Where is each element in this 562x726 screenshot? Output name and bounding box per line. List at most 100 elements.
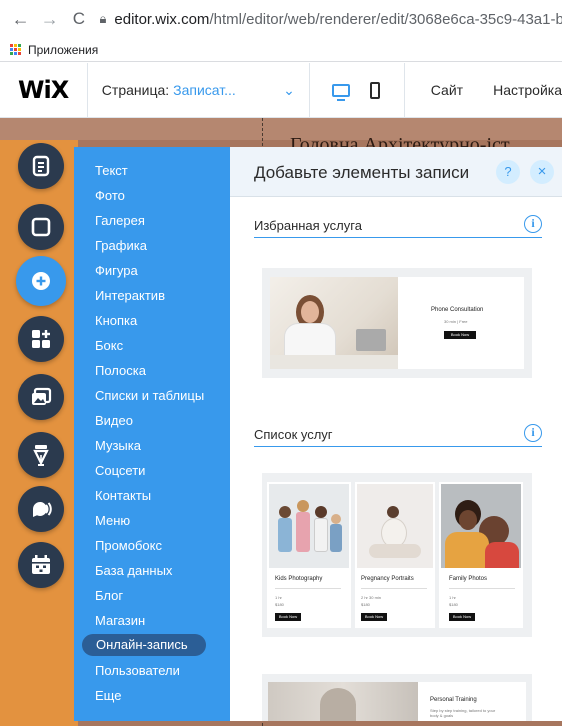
chat-icon — [32, 501, 52, 517]
chat-button[interactable] — [18, 486, 64, 532]
panel-title: Добавьте элементы записи — [254, 163, 470, 182]
divider — [403, 62, 405, 118]
pregnancy-photo — [357, 484, 433, 568]
chevron-down-icon[interactable]: ⌄ — [283, 82, 295, 99]
service-title: Kids Photography — [275, 576, 323, 582]
page-selector[interactable]: Страница: Записат... — [102, 82, 259, 98]
category-gallery[interactable]: Галерея — [95, 213, 145, 228]
service-card: Phone Consultation 30 min | Free Book No… — [270, 277, 524, 369]
category-more[interactable]: Еще — [95, 688, 121, 703]
add-button[interactable] — [16, 256, 66, 306]
apps-grid-icon[interactable] — [10, 43, 22, 56]
category-photo[interactable]: Фото — [95, 188, 125, 203]
service-meta: 1 hr — [275, 595, 282, 600]
section-divider — [254, 237, 542, 238]
url-domain: editor.wix.com — [114, 10, 210, 28]
kids-photo — [269, 484, 349, 568]
service-price: $180 — [361, 602, 370, 607]
pen-icon — [33, 445, 49, 466]
category-bookings[interactable]: Онлайн-запись — [82, 634, 206, 656]
category-social[interactable]: Соцсети — [95, 463, 145, 478]
service-price: $180 — [275, 602, 284, 607]
add-panel-details: Добавьте элементы записи ? × Избранная у… — [230, 147, 562, 721]
category-video[interactable]: Видео — [95, 413, 133, 428]
lock-icon: 🔒︎ — [99, 11, 107, 26]
help-button[interactable]: ? — [496, 160, 520, 184]
divider — [361, 588, 427, 589]
media-button[interactable] — [18, 374, 64, 420]
category-database[interactable]: База данных — [95, 563, 172, 578]
panel-header: Добавьте элементы записи ? × — [230, 147, 562, 197]
category-button[interactable]: Кнопка — [95, 313, 137, 328]
book-now-button: Book Now — [361, 613, 387, 621]
reload-icon[interactable]: C — [68, 8, 89, 30]
service-price: $180 — [449, 602, 458, 607]
service-card: Personal Training Step by step training,… — [268, 682, 526, 721]
url-field[interactable]: 🔒︎ editor.wix.com /html/editor/web/rende… — [99, 11, 562, 28]
category-lightbox[interactable]: Промобокс — [95, 538, 162, 553]
blog-button[interactable] — [18, 432, 64, 478]
settings-menu-link[interactable]: Настройка — [493, 82, 562, 98]
category-text[interactable]: Текст — [95, 163, 128, 178]
media-icon — [32, 387, 52, 405]
service-title: Pregnancy Portraits — [361, 576, 414, 582]
service-title: Phone Consultation — [431, 307, 484, 313]
category-shape[interactable]: Фигура — [95, 263, 138, 278]
category-blog[interactable]: Блог — [95, 588, 123, 603]
menus-pages-icon — [32, 155, 50, 177]
service-meta: 30 min | Free — [444, 319, 468, 324]
bookmark-apps[interactable]: Приложения — [28, 43, 98, 57]
category-box[interactable]: Бокс — [95, 338, 123, 353]
section-divider — [254, 446, 542, 447]
service-widget-partial[interactable]: Personal Training Step by step training,… — [262, 674, 532, 721]
service-list-card: Family Photos 1 hr $180 Book Now — [439, 482, 523, 628]
category-store[interactable]: Магазин — [95, 613, 145, 628]
divider — [308, 62, 310, 118]
desktop-icon[interactable] — [331, 83, 350, 101]
service-title: Family Photos — [449, 576, 488, 582]
menus-pages-button[interactable] — [18, 143, 64, 189]
url-path: /html/editor/web/renderer/edit/3068e6ca-… — [209, 10, 562, 28]
category-music[interactable]: Музыка — [95, 438, 141, 453]
page-name: Записат... — [173, 82, 236, 98]
section-title-service-list: Список услуг — [254, 427, 333, 442]
family-photo — [441, 484, 521, 568]
divider — [86, 62, 88, 118]
back-icon[interactable]: ← — [10, 8, 31, 30]
service-list-card: Pregnancy Portraits 2 hr 30 min $180 Boo… — [355, 482, 435, 628]
background-button[interactable] — [18, 204, 64, 250]
bookings-button[interactable] — [18, 542, 64, 588]
category-graphics[interactable]: Графика — [95, 238, 147, 253]
service-meta: 1 hr — [449, 595, 456, 600]
category-lists-tables[interactable]: Списки и таблицы — [95, 388, 204, 403]
info-icon[interactable]: i — [524, 424, 542, 442]
mobile-icon[interactable] — [369, 81, 380, 99]
category-contacts[interactable]: Контакты — [95, 488, 151, 503]
service-photo — [270, 277, 398, 369]
book-now-button: Book Now — [444, 331, 476, 339]
forward-icon[interactable]: → — [39, 8, 60, 30]
page-label: Страница: — [101, 82, 170, 98]
bookmarks-bar: Приложения — [0, 38, 562, 62]
wix-logo[interactable]: WiX — [18, 76, 87, 104]
featured-service-widget[interactable]: Phone Consultation 30 min | Free Book No… — [262, 268, 532, 378]
category-strip[interactable]: Полоска — [95, 363, 146, 378]
add-apps-button[interactable] — [18, 316, 64, 362]
category-members[interactable]: Пользователи — [95, 663, 180, 678]
close-button[interactable]: × — [530, 160, 554, 184]
info-icon[interactable]: i — [524, 215, 542, 233]
site-menu-link[interactable]: Сайт — [431, 82, 463, 98]
background-icon — [31, 217, 51, 237]
divider — [449, 588, 515, 589]
add-panel-categories: Текст Фото Галерея Графика Фигура Интера… — [74, 147, 230, 721]
service-subtitle: Step by step training, tailored to your … — [430, 708, 496, 718]
service-list-widget[interactable]: Kids Photography 1 hr $180 Book Now Preg… — [262, 473, 532, 637]
category-menu[interactable]: Меню — [95, 513, 130, 528]
training-photo — [268, 682, 418, 721]
book-now-button: Book Now — [449, 613, 475, 621]
category-interactive[interactable]: Интерактив — [95, 288, 165, 303]
add-icon — [32, 272, 50, 290]
divider — [275, 588, 341, 589]
device-switcher — [331, 81, 380, 101]
service-title: Personal Training — [430, 697, 477, 703]
